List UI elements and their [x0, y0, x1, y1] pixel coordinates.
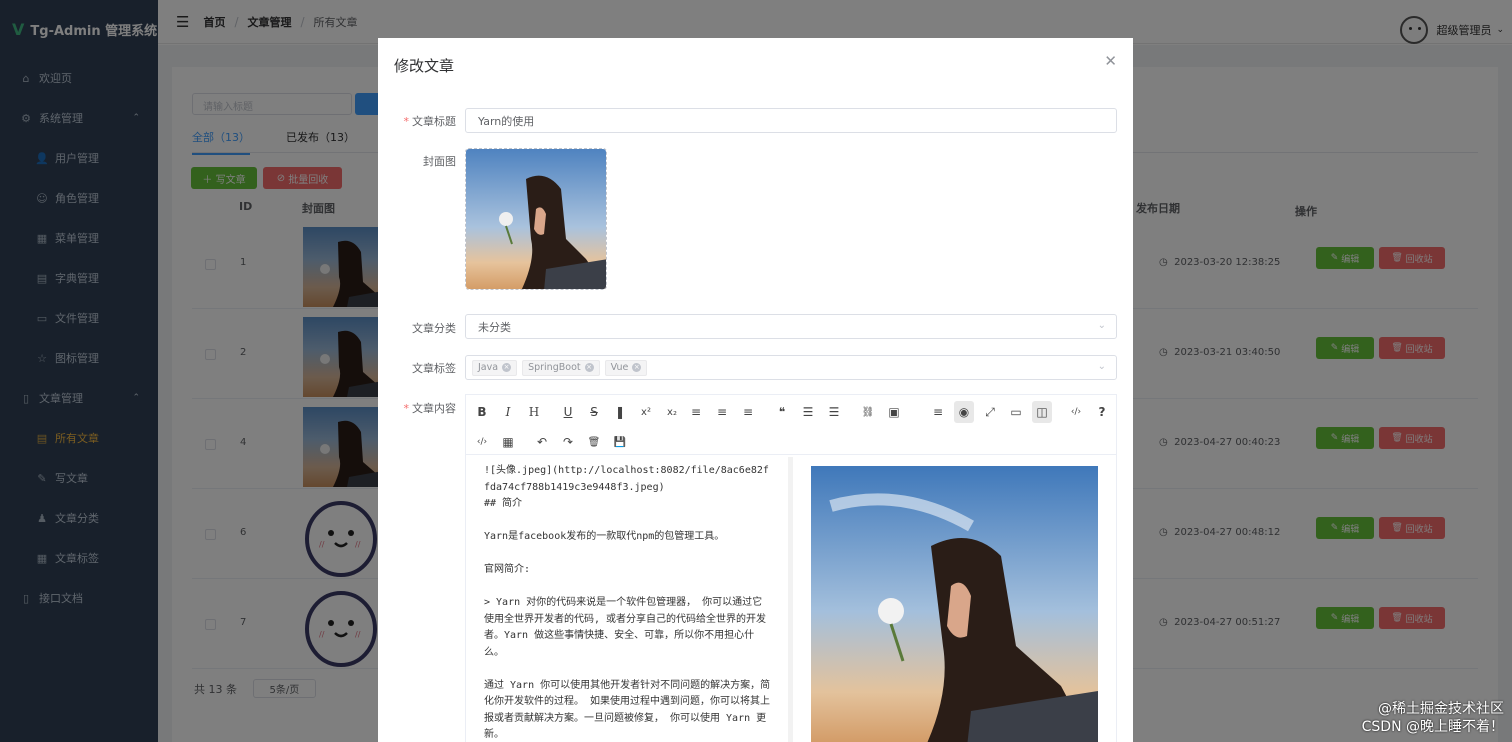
close-icon[interactable]: ✕ — [1104, 52, 1117, 70]
title-label: * 文章标题 — [403, 115, 457, 128]
cover-label: 封面图 — [423, 155, 456, 168]
cover-image — [466, 149, 606, 289]
subscript-icon[interactable]: x₂ — [662, 401, 682, 423]
category-label: 文章分类 — [412, 322, 456, 335]
italic-icon[interactable]: I — [498, 401, 518, 423]
navigation-icon[interactable]: ≡ — [928, 401, 948, 423]
code-icon[interactable]: ‹/› — [472, 431, 492, 453]
header-icon[interactable]: H — [524, 401, 544, 423]
trash-icon[interactable]: 🗑 — [584, 431, 604, 453]
window-icon[interactable]: ▭ — [1006, 401, 1026, 423]
undo-icon[interactable]: ↶ — [532, 431, 552, 453]
unordered-list-icon[interactable]: ☰ — [824, 401, 844, 423]
chevron-down-icon: ⌄ — [1097, 320, 1106, 331]
image-icon[interactable]: ▣ — [884, 401, 904, 423]
dialog-title: 修改文章 — [394, 57, 455, 75]
quote-icon[interactable]: ❝ — [772, 401, 792, 423]
tag-chip[interactable]: Java × — [472, 359, 518, 376]
markdown-textarea[interactable]: ![头像.jpeg](http://localhost:8082/file/8a… — [466, 457, 790, 742]
code-view-icon[interactable]: ‹/› — [1066, 401, 1086, 423]
strikethrough-icon[interactable]: S — [584, 401, 604, 423]
tag-chip[interactable]: Vue × — [604, 359, 648, 376]
markdown-editor: B I H U S ❚ x² x₂ ≡ ≡ ≡ ❝ ☰ ☰ ⛓ ▣ ≡ ◉ ⤢ ▭ ◫ ‹/›? ‹/› ▦ ↶ ↷ 🗑 💾 ![头像… — [465, 394, 1117, 742]
markdown-preview — [811, 466, 1098, 742]
category-select[interactable]: 未分类 ⌄ — [465, 314, 1117, 339]
align-right-icon[interactable]: ≡ — [738, 401, 758, 423]
fullscreen-icon[interactable]: ⤢ — [980, 401, 1000, 423]
cover-uploader[interactable] — [465, 148, 607, 290]
bold-icon[interactable]: B — [472, 401, 492, 423]
tags-label: 文章标签 — [412, 362, 456, 375]
table-icon[interactable]: ▦ — [498, 431, 518, 453]
redo-icon[interactable]: ↷ — [558, 431, 578, 453]
content-label: * 文章内容 — [403, 402, 457, 415]
preview-image — [811, 466, 1098, 742]
ordered-list-icon[interactable]: ☰ — [798, 401, 818, 423]
help-icon[interactable]: ? — [1092, 401, 1112, 423]
watermark: @稀土掘金技术社区 CSDN @晚上睡不着！ — [1361, 701, 1504, 735]
bookmark-icon[interactable]: ❚ — [610, 401, 630, 423]
preview-toggle-icon[interactable]: ◉ — [954, 401, 974, 423]
tag-close-icon[interactable]: × — [632, 363, 642, 372]
save-icon[interactable]: 💾 — [610, 431, 630, 453]
tags-select[interactable]: Java × SpringBoot × Vue × ⌄ — [465, 355, 1117, 380]
underline-icon[interactable]: U — [558, 401, 578, 423]
superscript-icon[interactable]: x² — [636, 401, 656, 423]
tag-chip[interactable]: SpringBoot × — [522, 359, 600, 376]
edit-article-dialog: 修改文章 ✕ * 文章标题 Yarn的使用 封面图 文章分类 未分类 ⌄ 文章标签 … — [378, 38, 1133, 742]
split-view-icon[interactable]: ◫ — [1032, 401, 1052, 423]
app-root: VTg-Admin 管理系统 ⌂欢迎页⚙系统管理⌃👤用户管理☺角色管理▦菜单管理… — [0, 0, 1512, 742]
tag-close-icon[interactable]: × — [584, 363, 594, 372]
align-left-icon[interactable]: ≡ — [686, 401, 706, 423]
tag-close-icon[interactable]: × — [502, 363, 512, 372]
title-input[interactable]: Yarn的使用 — [465, 108, 1117, 133]
align-center-icon[interactable]: ≡ — [712, 401, 732, 423]
editor-toolbar: B I H U S ❚ x² x₂ ≡ ≡ ≡ ❝ ☰ ☰ ⛓ ▣ ≡ ◉ ⤢ ▭ ◫ ‹/›? ‹/› ▦ ↶ ↷ 🗑 💾 — [466, 395, 1116, 455]
link-icon[interactable]: ⛓ — [858, 401, 878, 423]
chevron-down-icon: ⌄ — [1097, 361, 1106, 372]
